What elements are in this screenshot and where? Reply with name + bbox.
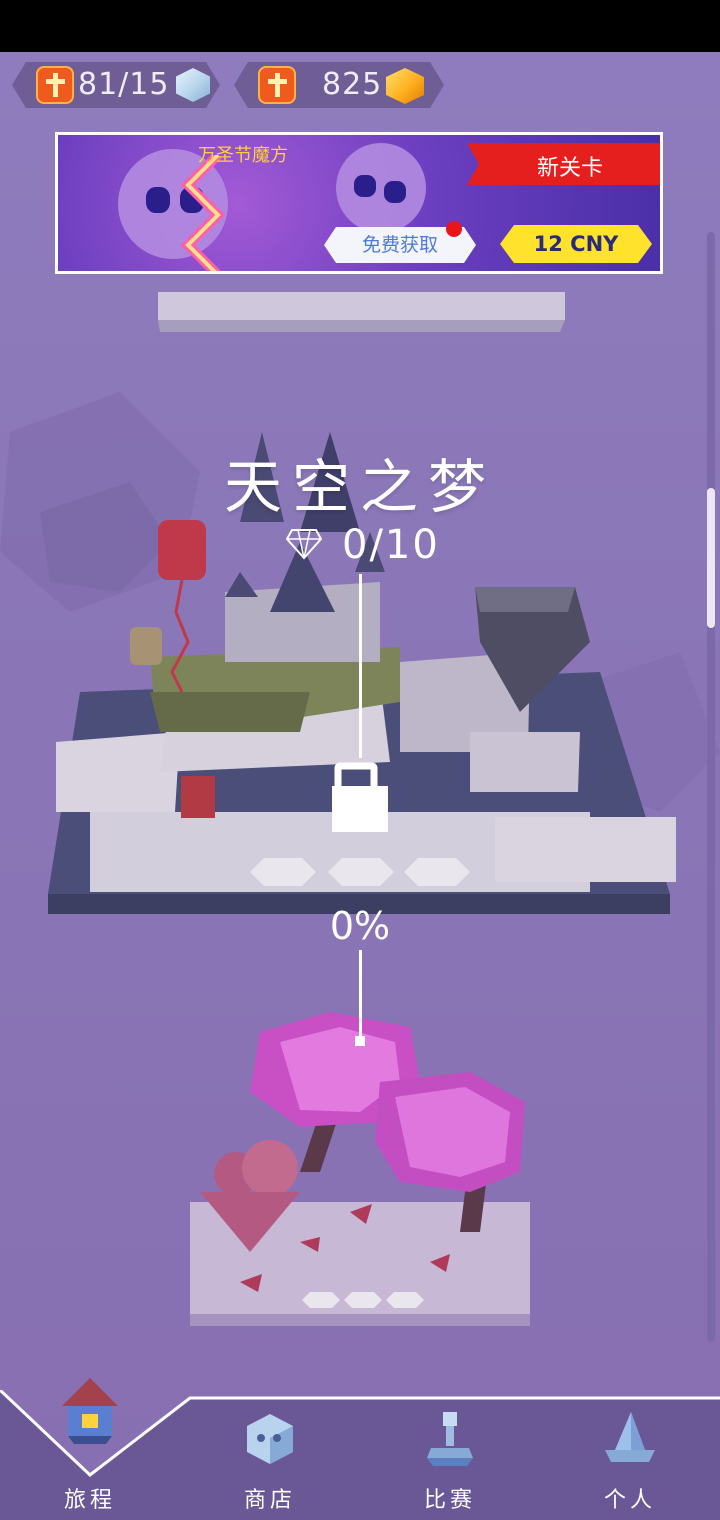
progress-line-top (359, 574, 362, 758)
level-title: 天空之梦 (223, 453, 496, 521)
skull-art-2 (336, 143, 426, 233)
diamond-value: 0/10 (342, 522, 440, 568)
zigzag-path (180, 155, 226, 271)
trophy-icon (427, 1412, 473, 1466)
price-button[interactable]: 12 CNY (500, 225, 652, 263)
cross-icon (36, 66, 74, 104)
promo-banner[interactable]: 万圣节魔方 新关卡 免费获取 12 CNY (55, 132, 663, 274)
gems-counter[interactable]: 825 (234, 62, 444, 108)
level-progress: 0% (329, 904, 391, 948)
status-bar (0, 0, 720, 52)
blue-cube-icon (176, 68, 210, 102)
gems-value: 825 (322, 67, 383, 102)
new-level-ribbon: 新关卡 (467, 143, 660, 185)
nav-label-competition: 比赛 (423, 1488, 476, 1513)
notification-dot (446, 221, 462, 237)
diamond-icon (286, 529, 322, 560)
skull-icon (247, 1414, 293, 1464)
house-icon (62, 1378, 118, 1444)
lives-value: 81/15 (78, 67, 170, 102)
wizard-hat-icon (605, 1412, 655, 1462)
progress-line-bottom (359, 950, 362, 1042)
gold-cube-icon (386, 68, 424, 104)
diamond-counter: 0/10 (286, 520, 446, 568)
bottom-nav: 旅程 商店 比赛 个人 (0, 1378, 720, 1520)
nav-item-shop[interactable]: 商店 (180, 1390, 360, 1520)
nav-item-competition[interactable]: 比赛 (360, 1390, 540, 1520)
nav-item-profile[interactable]: 个人 (540, 1390, 720, 1520)
new-level-label: 新关卡 (537, 156, 604, 181)
nav-label-shop: 商店 (243, 1488, 296, 1513)
progress-node (355, 1036, 365, 1046)
lock-icon[interactable] (330, 752, 390, 834)
nav-label-journey: 旅程 (63, 1488, 116, 1513)
cross-icon (258, 66, 296, 104)
banner-title: 万圣节魔方 (198, 145, 288, 166)
nav-item-journey[interactable]: 旅程 (0, 1378, 180, 1520)
nav-label-profile: 个人 (603, 1488, 656, 1513)
lives-counter[interactable]: 81/15 (12, 62, 220, 108)
